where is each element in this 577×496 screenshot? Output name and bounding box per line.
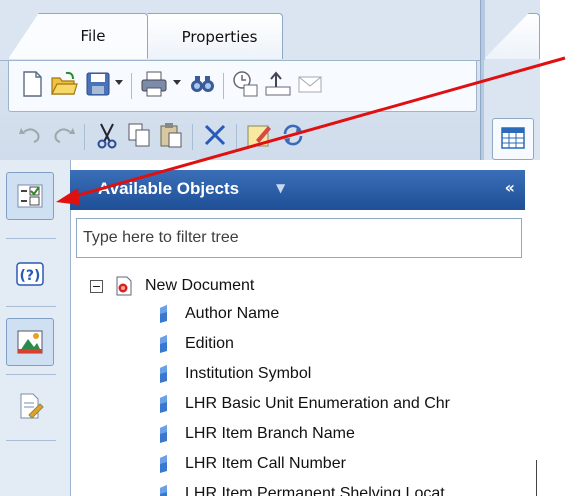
- save-icon[interactable]: [83, 69, 113, 99]
- panel-title: Available Objects: [98, 179, 240, 198]
- dimension-object-icon: [160, 395, 167, 413]
- tree-item-label: LHR Item Branch Name: [185, 425, 355, 442]
- tree-item[interactable]: Author Name: [157, 300, 279, 328]
- tree-item-label: Institution Symbol: [185, 365, 312, 382]
- collapse-node-icon[interactable]: [90, 279, 103, 293]
- tab-properties-label: Properties: [181, 27, 258, 46]
- edit-document-button[interactable]: [6, 382, 54, 430]
- tree-item[interactable]: Institution Symbol: [157, 360, 311, 388]
- new-document-icon[interactable]: [17, 69, 47, 99]
- help-button[interactable]: (?): [6, 250, 54, 298]
- dimension-object-icon: [160, 305, 167, 323]
- toolbar-separator: [236, 124, 237, 150]
- dimension-object-icon: [160, 455, 167, 473]
- available-objects-icon: [17, 184, 43, 208]
- send-mail-icon[interactable]: [295, 69, 325, 99]
- dimension-object-icon: [160, 365, 167, 383]
- rail-separator: [6, 306, 56, 307]
- table-view-button[interactable]: [492, 118, 534, 160]
- tab-file-label: File: [80, 27, 106, 45]
- rail-separator: [6, 440, 56, 441]
- panel-menu-dropdown-icon[interactable]: ▼: [276, 181, 285, 195]
- print-icon[interactable]: [139, 69, 169, 99]
- copy-icon[interactable]: [124, 120, 154, 150]
- image-button[interactable]: [6, 318, 54, 366]
- rail-separator: [6, 238, 56, 239]
- toolbar-separator: [131, 73, 132, 99]
- filter-tree-input[interactable]: [76, 218, 522, 258]
- tree-item-label: LHR Item Permanent Shelving Locat: [185, 485, 445, 496]
- tree-root-node[interactable]: New Document: [90, 272, 254, 300]
- edit-toolbar: [8, 112, 475, 160]
- delete-icon[interactable]: [200, 120, 230, 150]
- tree-item-label: LHR Item Call Number: [185, 455, 346, 472]
- tree-root-label: New Document: [145, 277, 255, 294]
- toolbar-separator: [192, 124, 193, 150]
- tree-item-label: Author Name: [185, 305, 280, 322]
- file-toolbar: [8, 61, 477, 112]
- tree-item-label: Edition: [185, 335, 234, 352]
- tree-item[interactable]: LHR Basic Unit Enumeration and Chr: [157, 390, 450, 418]
- available-objects-button[interactable]: [6, 172, 54, 220]
- export-icon[interactable]: [263, 69, 293, 99]
- tree-item[interactable]: Edition: [157, 330, 234, 358]
- collapse-panel-icon[interactable]: «: [505, 178, 515, 197]
- object-tree: New Document Author Name Edition Instituti…: [71, 260, 537, 496]
- refresh-icon[interactable]: [278, 120, 308, 150]
- panel-right-edge: [525, 170, 540, 496]
- rail-separator: [6, 374, 56, 375]
- tree-item[interactable]: LHR Item Call Number: [157, 450, 346, 478]
- tree-item[interactable]: LHR Item Branch Name: [157, 420, 355, 448]
- toolbar-separator: [84, 124, 85, 150]
- tree-item-label: LHR Basic Unit Enumeration and Chr: [185, 395, 451, 412]
- open-folder-icon[interactable]: [49, 69, 79, 99]
- help-icon: (?): [16, 262, 44, 286]
- edit-query-icon[interactable]: [244, 120, 274, 150]
- paste-icon[interactable]: [156, 120, 186, 150]
- panel-header: Available Objects ▼ «: [70, 170, 525, 210]
- save-dropdown-arrow[interactable]: [115, 80, 123, 85]
- edit-document-icon: [20, 393, 44, 419]
- document-icon: [116, 276, 132, 296]
- dimension-object-icon: [160, 335, 167, 353]
- dimension-object-icon: [160, 485, 167, 496]
- dimension-object-icon: [160, 425, 167, 443]
- print-dropdown-arrow[interactable]: [173, 80, 181, 85]
- redo-icon[interactable]: [48, 120, 78, 150]
- refresh-document-icon[interactable]: [231, 69, 261, 99]
- find-icon[interactable]: [187, 69, 217, 99]
- cut-icon[interactable]: [92, 120, 122, 150]
- image-icon: [17, 330, 43, 354]
- table-grid-icon: [501, 127, 525, 149]
- side-panel-rail: (?): [0, 160, 71, 496]
- toolbar-separator: [223, 73, 224, 99]
- svg-text:(?): (?): [20, 268, 41, 284]
- undo-icon[interactable]: [16, 120, 46, 150]
- pane-border-line: [536, 460, 537, 496]
- tree-item[interactable]: LHR Item Permanent Shelving Locat: [157, 480, 445, 496]
